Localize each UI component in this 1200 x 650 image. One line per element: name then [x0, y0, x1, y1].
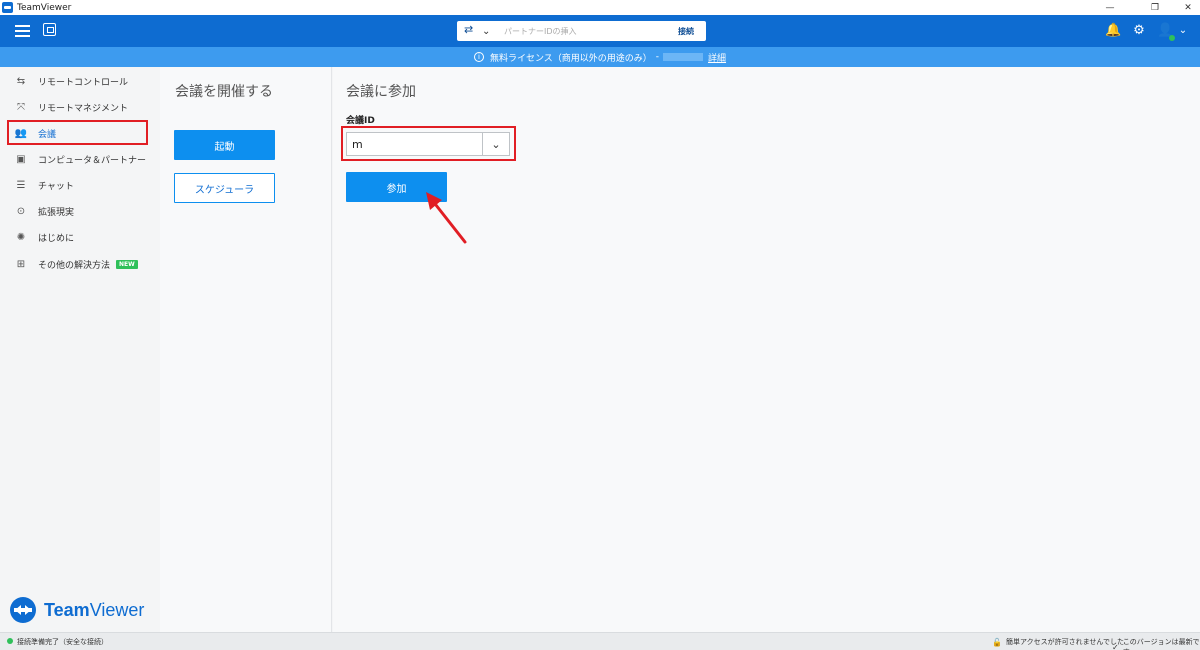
- check-circle-icon: ✓: [1112, 642, 1119, 650]
- unlock-icon: 🔓: [992, 637, 1002, 647]
- top-app-bar: ⌄ 接続 🔔 ⚙ 👤 ⌄: [0, 15, 1200, 47]
- brand-wordmark: TeamViewer: [44, 599, 145, 620]
- sidebar-item-label: コンピュータ＆パートナー: [38, 155, 147, 166]
- remote-control-icon: ⇆: [16, 75, 26, 87]
- gift-icon: ⊞: [16, 258, 26, 270]
- remote-management-icon: ⤧: [17, 101, 25, 113]
- connection-status-dot: [7, 638, 13, 644]
- chat-icon: ☰: [16, 179, 26, 191]
- bell-icon[interactable]: 🔔: [1105, 23, 1121, 39]
- sidebar-item-other-solutions[interactable]: ⊞ その他の解決方法 NEW: [0, 251, 160, 277]
- sidebar-item-augmented-reality[interactable]: ⊙ 拡張現実: [0, 198, 160, 224]
- host-meeting-title: 会議を開催する: [175, 84, 273, 100]
- meeting-id-highlight-annotation: [341, 126, 516, 161]
- partner-id-box: ⌄ 接続: [457, 21, 706, 41]
- sidebar-item-getting-started[interactable]: ✺ はじめに: [0, 224, 160, 250]
- close-button[interactable]: ✕: [1176, 0, 1200, 15]
- sidebar-item-remote-management[interactable]: ⤧ リモートマネジメント: [0, 94, 160, 120]
- schedule-meeting-button[interactable]: スケジューラ: [174, 173, 275, 203]
- easy-access-text: 簡単アクセスが許可されませんでした: [1005, 638, 1125, 646]
- partner-id-input[interactable]: [504, 26, 664, 36]
- red-arrow-annotation: [426, 192, 467, 244]
- teamviewer-logo-icon: [10, 597, 36, 623]
- connection-mode-icon[interactable]: [464, 23, 478, 36]
- new-badge: NEW: [116, 259, 138, 269]
- sidebar-item-computers-partners[interactable]: ▣ コンピュータ＆パートナー: [0, 146, 160, 172]
- connection-mode-chevron-icon[interactable]: ⌄: [482, 26, 494, 37]
- license-details-link[interactable]: 詳細: [708, 51, 726, 64]
- meeting-id-label: 会議ID: [346, 116, 375, 126]
- lightbulb-icon: ✺: [16, 231, 26, 243]
- sidebar-item-label: 拡張現実: [38, 207, 75, 218]
- redacted-license-id: [663, 53, 704, 61]
- easy-access-status[interactable]: 🔓 簡単アクセスが許可されませんでした: [992, 637, 1124, 647]
- status-bar: 接続準備完了（安全な接続） 🔓 簡単アクセスが許可されませんでした ✓ このバー…: [0, 632, 1200, 650]
- license-dash: -: [655, 52, 660, 62]
- gear-icon[interactable]: ⚙: [1131, 23, 1147, 39]
- sidebar-item-label: リモートコントロール: [38, 77, 129, 88]
- connection-status-text: 接続準備完了（安全な接続）: [17, 638, 108, 646]
- account-chevron-icon[interactable]: ⌄: [1175, 23, 1191, 39]
- teamviewer-app-icon: [2, 2, 13, 13]
- restore-button[interactable]: ❐: [1143, 0, 1167, 15]
- connect-button[interactable]: 接続: [678, 26, 694, 37]
- sidebar-item-label: その他の解決方法: [38, 260, 111, 271]
- sidebar-item-label: はじめに: [38, 233, 75, 244]
- minimize-button[interactable]: —: [1098, 0, 1122, 15]
- version-status: ✓ このバージョンは最新です: [1112, 637, 1200, 650]
- sidebar: ⇆ リモートコントロール ⤧ リモートマネジメント 👥 会議 ▣ コンピュータ＆…: [0, 67, 160, 632]
- screen-share-icon[interactable]: [43, 23, 56, 36]
- license-text: 無料ライセンス（商用以外の用途のみ）: [489, 53, 652, 64]
- sidebar-item-chat[interactable]: ☰ チャット: [0, 172, 160, 198]
- version-text: このバージョンは最新です: [1122, 638, 1200, 650]
- contacts-icon: ▣: [16, 153, 26, 165]
- license-bar: i 無料ライセンス（商用以外の用途のみ） - 詳細: [0, 47, 1200, 67]
- meeting-highlight-annotation: [7, 120, 148, 145]
- ar-glasses-icon: ⊙: [16, 205, 26, 217]
- sidebar-item-label: リモートマネジメント: [38, 103, 129, 114]
- sidebar-item-label: チャット: [38, 181, 74, 192]
- info-icon: i: [473, 52, 484, 62]
- join-meeting-title: 会議に参加: [346, 84, 416, 100]
- window-title: TeamViewer: [17, 2, 72, 13]
- sidebar-item-remote-control[interactable]: ⇆ リモートコントロール: [0, 68, 160, 94]
- hamburger-menu-icon[interactable]: [15, 25, 30, 37]
- window-titlebar: TeamViewer — ❐ ✕: [0, 0, 1200, 15]
- teamviewer-brand: TeamViewer: [10, 597, 144, 623]
- start-meeting-button[interactable]: 起動: [174, 130, 275, 160]
